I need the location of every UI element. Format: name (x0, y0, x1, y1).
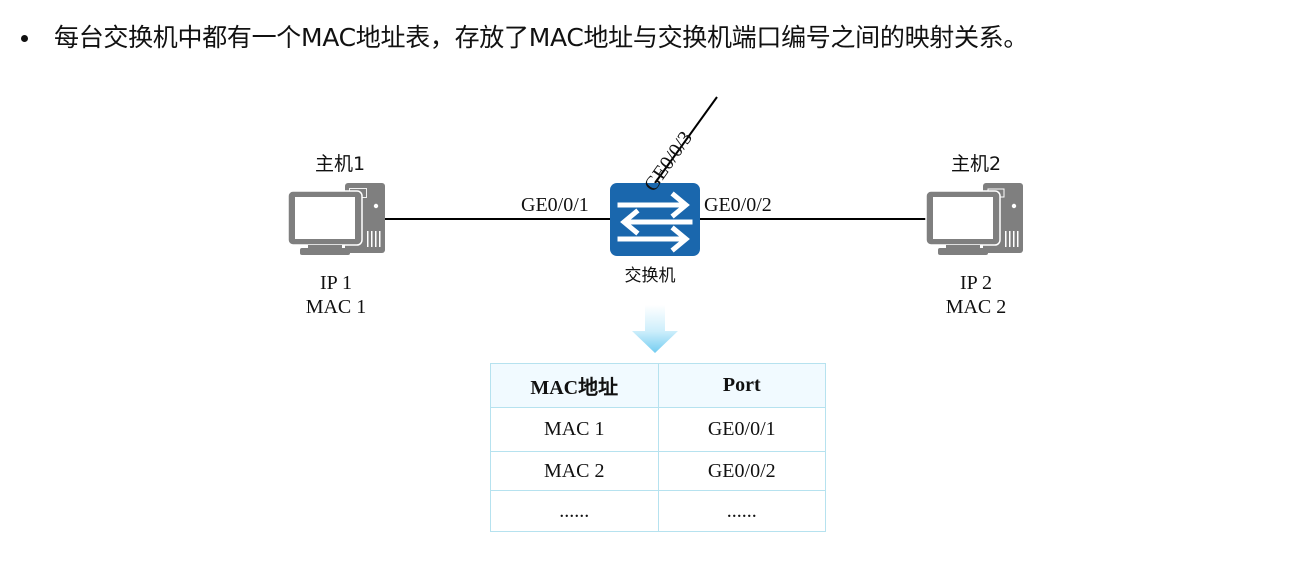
table-cell-port: GE0/0/2 (657, 451, 826, 491)
host2-computer-icon (925, 183, 1023, 255)
mac-address-table: MAC地址 Port MAC 1 GE0/0/1 MAC 2 GE0/0/2 .… (490, 363, 826, 532)
table-row: MAC 1 GE0/0/1 (490, 407, 826, 452)
port-label-ge0-0-2: GE0/0/2 (704, 194, 772, 216)
host2-name: 主机2 (950, 153, 1002, 175)
down-arrow-icon (632, 305, 678, 353)
table-row: MAC 2 GE0/0/2 (490, 451, 826, 491)
host2-ip: IP 2 (959, 272, 993, 294)
port-label-ge0-0-1: GE0/0/1 (521, 194, 589, 216)
host1-computer-icon (287, 183, 385, 255)
table-cell-port: ...... (657, 490, 826, 532)
table-row: ...... ...... (490, 490, 826, 532)
table-header-row: MAC地址 Port (490, 363, 826, 408)
table-cell-port: GE0/0/1 (657, 407, 826, 452)
table-header-mac: MAC地址 (490, 363, 659, 408)
table-cell-mac: MAC 1 (490, 407, 659, 452)
host1-mac: MAC 1 (305, 296, 367, 318)
table-header-port: Port (657, 363, 826, 408)
table-cell-mac: ...... (490, 490, 659, 532)
table-cell-mac: MAC 2 (490, 451, 659, 491)
switch-label: 交换机 (624, 266, 676, 286)
host1-ip: IP 1 (319, 272, 353, 294)
host1-name: 主机1 (314, 153, 366, 175)
host2-mac: MAC 2 (945, 296, 1007, 318)
